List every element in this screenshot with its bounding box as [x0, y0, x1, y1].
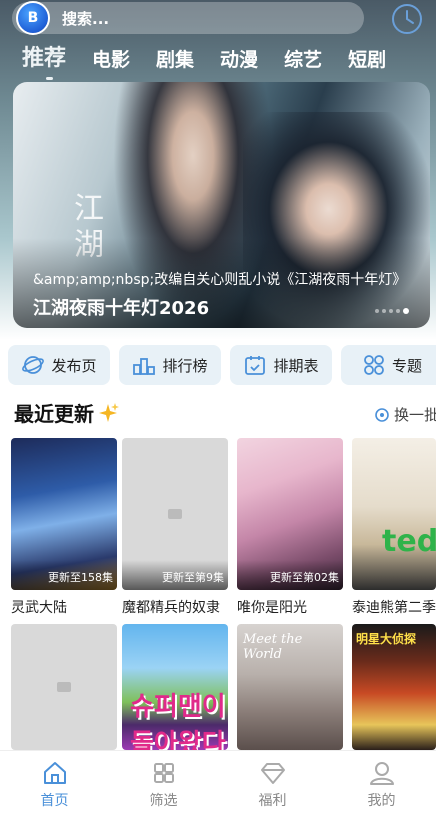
topics-button[interactable]: 专题 — [341, 345, 436, 385]
quick-nav: 发布页 排行榜 排期表 专题 — [8, 345, 436, 385]
nav-welfare[interactable]: 福利 — [218, 751, 327, 816]
tab-series[interactable]: 剧集 — [156, 45, 194, 72]
refresh-label: 换一批 — [394, 406, 436, 424]
recent-updates-heading: 最近更新 — [14, 398, 120, 427]
tab-recommend[interactable]: 推荐 — [22, 40, 66, 80]
media-title: 泰迪熊第二季 — [352, 600, 436, 616]
recent-updates-title: 最近更新 — [14, 402, 94, 426]
history-clock-icon[interactable] — [390, 2, 424, 36]
poster-text: ted — [382, 524, 436, 559]
banner-description: &amp;amp;nbsp;改编自关心则乱小说《江湖夜雨十年灯》 — [33, 272, 407, 288]
refresh-icon — [375, 407, 389, 422]
ranking-button[interactable]: 排行榜 — [119, 345, 221, 385]
schedule-label: 排期表 — [273, 356, 319, 375]
bottom-nav: 首页 筛选 福利 我的 — [0, 750, 436, 816]
media-card[interactable]: 明星大侦探 — [352, 624, 436, 750]
media-card[interactable]: 更新至第02集 唯你是阳光 — [237, 438, 343, 617]
banner-dot-active[interactable] — [403, 308, 409, 314]
user-icon — [369, 762, 394, 785]
tab-variety[interactable]: 综艺 — [284, 45, 322, 72]
home-icon — [43, 762, 66, 784]
poster-image: ted — [352, 438, 436, 590]
tab-movies[interactable]: 电影 — [92, 45, 130, 72]
search-bar[interactable]: B 搜索... — [12, 1, 364, 35]
release-page-button[interactable]: 发布页 — [8, 345, 110, 385]
episode-badge: 更新至第02集 — [270, 571, 339, 584]
media-title: 灵武大陆 — [11, 600, 67, 616]
category-tabs: 推荐 电影 剧集 动漫 综艺 短剧 — [22, 40, 412, 80]
episode-badge: 更新至第9集 — [162, 571, 224, 584]
banner-dot[interactable] — [396, 309, 400, 313]
media-title: 唯你是阳光 — [237, 600, 307, 616]
nav-profile-label: 我的 — [367, 793, 396, 809]
podium-icon — [133, 358, 156, 375]
media-card[interactable]: 更新至第9集 魔都精兵的奴隶 — [122, 438, 228, 617]
tab-short-drama[interactable]: 短剧 — [348, 45, 386, 72]
app-logo: B — [16, 1, 50, 35]
image-placeholder-icon — [57, 682, 71, 692]
topics-label: 专题 — [391, 356, 422, 375]
banner-pagination — [375, 308, 412, 314]
poster-image: 更新至158集 — [11, 438, 117, 590]
nav-profile[interactable]: 我的 — [327, 751, 436, 816]
refresh-button[interactable]: 换一批 — [374, 404, 436, 425]
calendar-icon — [245, 356, 266, 375]
poster-image: Meet the World — [237, 624, 343, 750]
media-card[interactable]: 更新至158集 灵武大陆 — [11, 438, 117, 617]
schedule-button[interactable]: 排期表 — [230, 345, 332, 385]
banner-dot[interactable] — [382, 309, 386, 313]
poster-text: Meet the World — [243, 632, 303, 662]
sparkle-icon — [99, 402, 119, 422]
nav-home[interactable]: 首页 — [0, 751, 109, 816]
tab-anime[interactable]: 动漫 — [220, 45, 258, 72]
nav-welfare-label: 福利 — [258, 793, 287, 809]
filter-grid-icon — [153, 763, 174, 783]
poster-text: 슈퍼맨이 돌아왔다 — [130, 692, 226, 750]
poster-text: 明星大侦探 — [356, 632, 417, 646]
grid-icon — [364, 355, 384, 375]
nav-filter-label: 筛选 — [149, 793, 178, 809]
release-page-label: 发布页 — [51, 356, 97, 375]
episode-badge: 更新至158集 — [48, 571, 113, 584]
ranking-label: 排行榜 — [162, 356, 208, 375]
media-card[interactable]: 슈퍼맨이 돌아왔다 — [122, 624, 228, 750]
banner-dot[interactable] — [389, 309, 393, 313]
media-card[interactable] — [11, 624, 117, 750]
diamond-icon — [260, 763, 285, 784]
nav-filter[interactable]: 筛选 — [109, 751, 218, 816]
banner-title: 江湖夜雨十年灯2026 — [33, 298, 210, 319]
poster-image: 明星大侦探 — [352, 624, 436, 750]
featured-banner[interactable]: 江湖 &amp;amp;nbsp;改编自关心则乱小说《江湖夜雨十年灯》 江湖夜雨… — [13, 82, 430, 328]
poster-image: 更新至第02集 — [237, 438, 343, 590]
poster-placeholder — [11, 624, 117, 750]
banner-dot[interactable] — [375, 309, 379, 313]
media-card[interactable]: ted 泰迪熊第二季 — [352, 438, 436, 617]
poster-placeholder: 更新至第9集 — [122, 438, 228, 590]
planet-icon — [22, 356, 45, 374]
media-card[interactable]: Meet the World — [237, 624, 343, 750]
search-input[interactable]: 搜索... — [62, 8, 109, 29]
image-placeholder-icon — [168, 509, 182, 519]
nav-home-label: 首页 — [40, 793, 69, 809]
poster-image: 슈퍼맨이 돌아왔다 — [122, 624, 228, 750]
media-title: 魔都精兵的奴隶 — [122, 600, 220, 616]
